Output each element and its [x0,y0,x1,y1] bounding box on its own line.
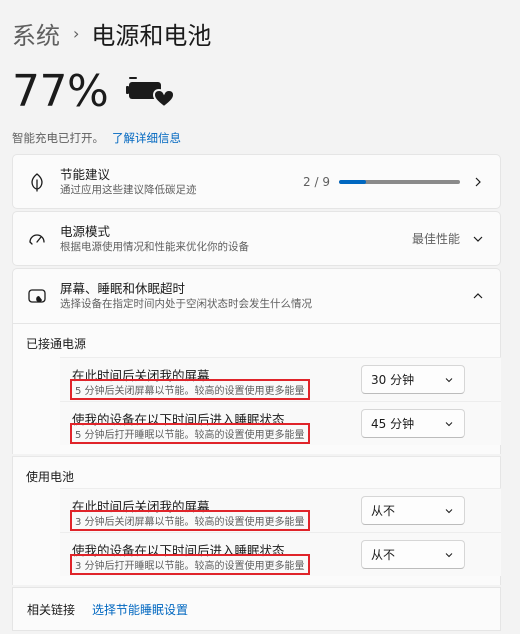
power-mode-card[interactable]: 电源模式 根据电源使用情况和性能来优化你的设备 最佳性能 [12,211,501,266]
energy-tips-title: 节能建议 [60,166,111,182]
chevron-down-icon [445,421,453,426]
battery-sleep-row: 使我的设备在以下时间后进入睡眠状态 3 分钟后打开睡眠以节能。较高的设置使用更多… [60,532,501,576]
related-links-label: 相关链接 [27,602,76,617]
battery-screen-off-select[interactable]: 从不 [361,496,465,525]
smart-charging-text: 智能充电已打开。 [12,131,104,145]
chevron-down-icon [445,508,453,513]
power-mode-desc: 根据电源使用情况和性能来优化你的设备 [60,240,249,253]
plugged-screen-off-value: 30 分钟 [371,373,415,387]
speedometer-icon [29,233,45,245]
energy-recommendations-card[interactable]: 节能建议 通过应用这些建议降低碳足迹 2 / 9 [12,154,501,209]
battery-screen-off-desc: 3 分钟后关闭屏幕以节能。较高的设置使用更多能量 [70,510,310,531]
chevron-down-icon [445,377,453,382]
energy-saving-sleep-link[interactable]: 选择节能睡眠设置 [92,601,188,618]
breadcrumb-system-link[interactable]: 系统 [12,16,60,51]
leaf-icon [31,172,43,192]
battery-heart-icon [126,77,175,109]
breadcrumb: 系统 › 电源和电池 [12,16,211,51]
energy-tips-progress [339,179,460,184]
plugged-screen-off-desc: 5 分钟后关闭屏幕以节能。较高的设置使用更多能量 [70,379,310,400]
plugged-screen-off-row: 在此时间后关闭我的屏幕 5 分钟后关闭屏幕以节能。较高的设置使用更多能量 30 … [60,357,501,401]
plugged-in-label: 已接通电源 [26,337,87,351]
battery-sleep-desc: 3 分钟后打开睡眠以节能。较高的设置使用更多能量 [70,554,310,575]
battery-sleep-value: 从不 [371,548,396,562]
chevron-down-icon [445,552,453,557]
on-battery-label: 使用电池 [26,470,75,484]
plugged-sleep-desc: 5 分钟后打开睡眠以节能。较高的设置使用更多能量 [70,423,310,444]
energy-tips-desc: 通过应用这些建议降低碳足迹 [60,183,197,196]
energy-tips-count: 2 / 9 [303,174,330,189]
battery-screen-off-value: 从不 [371,504,396,518]
chevron-right-icon [475,177,481,186]
page-title: 电源和电池 [91,22,212,50]
plugged-sleep-select[interactable]: 45 分钟 [361,409,465,438]
screen-sleep-card[interactable]: 屏幕、睡眠和休眠超时 选择设备在指定时间内处于空闲状态时会发生什么情况 [12,268,501,324]
related-links: 相关链接 选择节能睡眠设置 [12,587,501,631]
battery-percent: 77% [12,66,109,117]
plugged-sleep-value: 45 分钟 [371,417,415,431]
battery-summary: 77% [12,66,175,117]
battery-sleep-select[interactable]: 从不 [361,540,465,569]
power-mode-value: 最佳性能 [411,232,460,246]
screen-sleep-title: 屏幕、睡眠和休眠超时 [60,281,186,296]
plugged-screen-off-select[interactable]: 30 分钟 [361,365,465,394]
breadcrumb-separator: › [73,24,80,43]
chevron-down-icon [473,236,483,242]
power-mode-title: 电源模式 [60,223,111,239]
plugged-sleep-row: 使我的设备在以下时间后进入睡眠状态 5 分钟后打开睡眠以节能。较高的设置使用更多… [60,401,501,445]
learn-more-link[interactable]: 了解详细信息 [112,130,181,146]
power-mode-select[interactable]: 最佳性能 [412,230,484,247]
chevron-up-icon[interactable] [472,290,484,302]
charging-status: 智能充电已打开。 了解详细信息 [12,130,181,146]
screen-sleep-desc: 选择设备在指定时间内处于空闲状态时会发生什么情况 [60,298,312,310]
screen-sleep-icon [28,289,46,303]
battery-screen-off-row: 在此时间后关闭我的屏幕 3 分钟后关闭屏幕以节能。较高的设置使用更多能量 从不 [60,488,501,532]
